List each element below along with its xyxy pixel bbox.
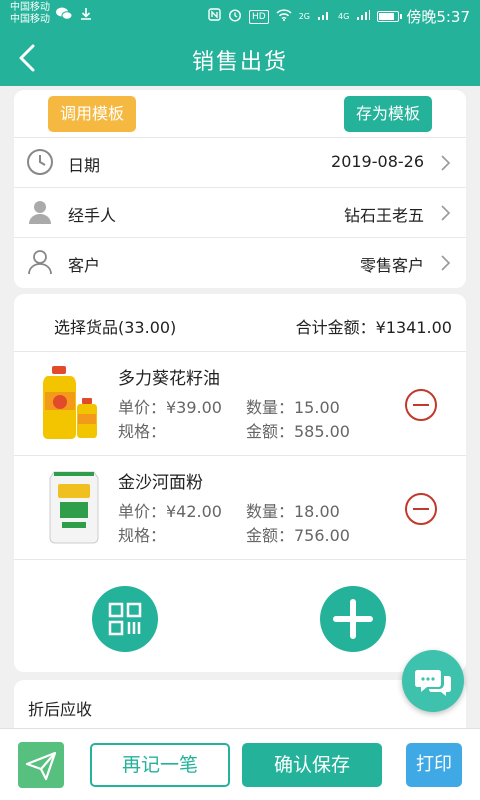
send-button[interactable]	[18, 742, 64, 788]
handler-row[interactable]: 经手人 钻石王老五	[14, 188, 466, 238]
date-label: 日期	[68, 156, 101, 175]
save-template-button[interactable]: 存为模板	[343, 96, 432, 132]
sunflower-oil-image	[43, 366, 97, 439]
carrier-2: 中国移动	[10, 14, 50, 25]
goods-card: 选择货品(33.00) 合计金额：¥1341.00 多力葵花籽油 单价：¥39.…	[14, 294, 466, 672]
chat-icon	[415, 670, 451, 696]
chevron-right-icon	[441, 255, 451, 271]
handler-label: 经手人	[68, 206, 117, 225]
plus-icon	[333, 599, 373, 639]
goods-qty: 数量：18.00	[246, 502, 340, 521]
wechat-icon	[56, 7, 73, 24]
signal-icon	[317, 9, 331, 25]
goods-amount: 金额：756.00	[246, 526, 350, 545]
network-4g: 4G	[338, 12, 350, 21]
chevron-right-icon	[441, 205, 451, 221]
goods-spec: 规格：	[118, 422, 167, 441]
chat-fab-button[interactable]	[402, 650, 464, 712]
remove-goods-button[interactable]	[404, 492, 438, 526]
flour-bag-image	[49, 471, 99, 544]
bottom-action-bar: 再记一笔 确认保存 打印	[0, 728, 480, 800]
clock-text: 傍晚5:37	[406, 8, 470, 26]
goods-qty: 数量：15.00	[246, 398, 340, 417]
paper-plane-icon	[25, 751, 57, 781]
print-button[interactable]: 打印	[406, 743, 462, 787]
person-filled-icon	[29, 201, 51, 224]
handler-value: 钻石王老五	[343, 206, 424, 225]
page-title: 销售出货	[191, 50, 288, 75]
wifi-icon	[276, 8, 292, 25]
list-item[interactable]: 金沙河面粉 单价：¥42.00 数量：18.00 规格： 金额：756.00	[14, 456, 466, 560]
date-value: 2019-08-26	[331, 152, 424, 171]
confirm-save-button[interactable]: 确认保存	[242, 743, 382, 787]
template-row: 调用模板 存为模板	[14, 90, 466, 138]
goods-total: 合计金额：¥1341.00	[295, 318, 452, 337]
signal-icon-2	[356, 9, 371, 25]
title-bar: 销售出货	[0, 30, 480, 86]
qr-scan-icon	[108, 602, 142, 636]
network-2g: 2G	[298, 12, 311, 21]
order-info-card: 调用模板 存为模板 日期 2019-08-26 经手人 钻石王老五 客户 零售客…	[14, 90, 466, 288]
customer-value: 零售客户	[359, 256, 424, 275]
battery-icon	[377, 11, 403, 22]
add-goods-button[interactable]	[320, 586, 386, 652]
remove-goods-button[interactable]	[404, 388, 438, 422]
clock-icon	[27, 149, 53, 175]
customer-row[interactable]: 客户 零售客户	[14, 238, 466, 288]
carrier-labels: 中国移动 中国移动	[10, 2, 50, 26]
scan-barcode-button[interactable]	[92, 586, 158, 652]
goods-name: 多力葵花籽油	[118, 369, 220, 389]
load-template-button[interactable]: 调用模板	[48, 96, 137, 132]
date-row[interactable]: 日期 2019-08-26	[14, 138, 466, 188]
goods-header: 选择货品(33.00) 合计金额：¥1341.00	[14, 294, 466, 352]
customer-label: 客户	[68, 256, 101, 275]
list-item[interactable]: 多力葵花籽油 单价：¥39.00 数量：15.00 规格： 金额：585.00	[14, 352, 466, 456]
download-icon	[80, 7, 92, 24]
hd-badge: HD	[249, 9, 269, 24]
chevron-right-icon	[441, 155, 451, 171]
carrier-1: 中国移动	[10, 2, 50, 13]
goods-price: 单价：¥42.00	[118, 502, 222, 521]
goods-count-title: 选择货品(33.00)	[54, 318, 177, 337]
goods-amount: 金额：585.00	[246, 422, 350, 441]
discount-label: 折后应收	[28, 700, 93, 719]
record-again-button[interactable]: 再记一笔	[90, 743, 230, 787]
goods-spec: 规格：	[118, 526, 167, 545]
goods-name: 金沙河面粉	[118, 473, 203, 493]
status-bar: 中国移动 中国移动 HD 2G 4G 傍晚5:37	[0, 0, 480, 30]
alarm-icon	[228, 8, 242, 26]
person-outline-icon	[28, 250, 52, 275]
goods-price: 单价：¥39.00	[118, 398, 222, 417]
nfc-icon	[208, 8, 221, 25]
